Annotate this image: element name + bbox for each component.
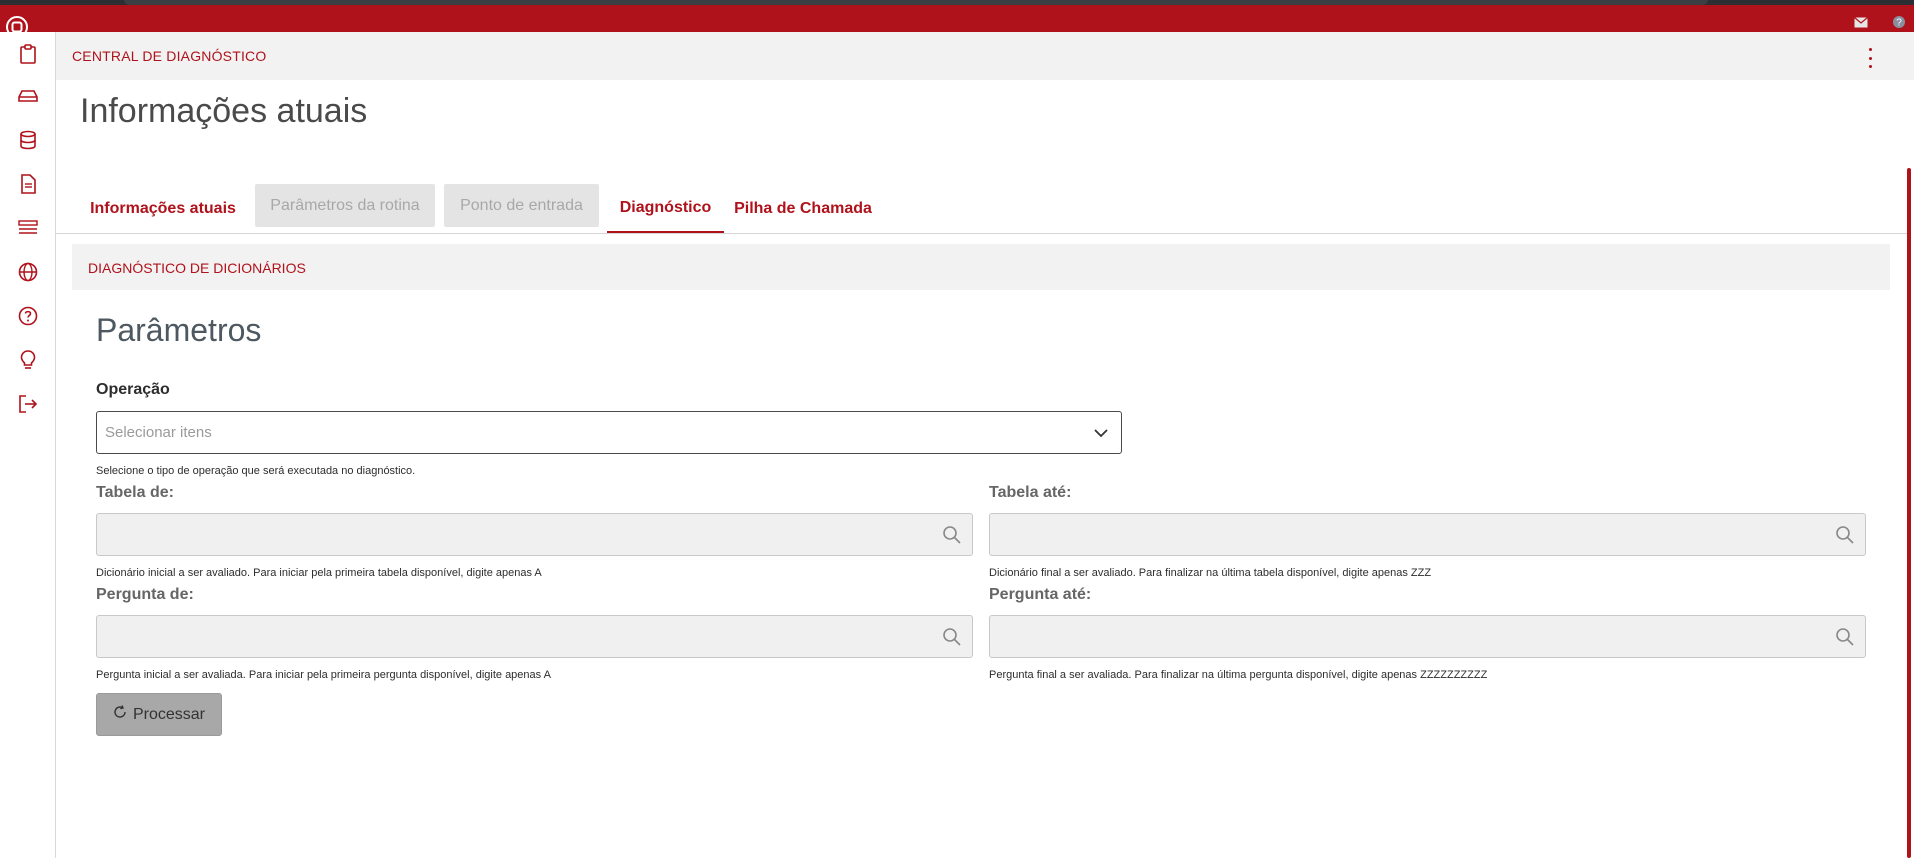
mail-icon[interactable] bbox=[1854, 15, 1870, 29]
chevron-down-icon bbox=[1093, 425, 1109, 446]
database-icon[interactable] bbox=[16, 128, 40, 152]
pergunta-de-field[interactable] bbox=[96, 615, 973, 658]
pergunta-ate-label: Pergunta até: bbox=[989, 586, 1092, 603]
operacao-select[interactable]: Selecionar itens bbox=[96, 411, 1122, 454]
search-icon[interactable] bbox=[942, 627, 962, 652]
pergunta-ate-field[interactable] bbox=[989, 615, 1866, 658]
scrollbar[interactable] bbox=[1907, 168, 1911, 858]
pergunta-de-label: Pergunta de: bbox=[96, 586, 194, 603]
form-title: Parâmetros bbox=[96, 312, 262, 348]
pergunta-ate-helper: Pergunta final a ser avaliada. Para fina… bbox=[989, 669, 1488, 681]
document-icon[interactable] bbox=[16, 172, 40, 196]
app-title: CENTRAL DE DIAGNÓSTICO bbox=[72, 48, 267, 64]
tabela-ate-field[interactable] bbox=[989, 513, 1866, 556]
tabela-de-helper: Dicionário inicial a ser avaliado. Para … bbox=[96, 567, 542, 579]
top-bar bbox=[0, 5, 1914, 32]
pergunta-de-helper: Pergunta inicial a ser avaliada. Para in… bbox=[96, 669, 551, 681]
app-header: CENTRAL DE DIAGNÓSTICO bbox=[56, 32, 1914, 80]
clipboard-icon[interactable] bbox=[16, 42, 40, 66]
tabela-de-field[interactable] bbox=[96, 513, 973, 556]
operacao-placeholder: Selecionar itens bbox=[105, 424, 212, 441]
svg-text:?: ? bbox=[1896, 18, 1902, 29]
more-options-icon[interactable] bbox=[1862, 48, 1878, 68]
tab-pilha-de-chamada[interactable]: Pilha de Chamada bbox=[730, 184, 876, 234]
tab-divider bbox=[56, 233, 1910, 234]
section-title: DIAGNÓSTICO DE DICIONÁRIOS bbox=[88, 260, 306, 276]
section-header: DIAGNÓSTICO DE DICIONÁRIOS bbox=[72, 244, 1890, 290]
tabela-de-label: Tabela de: bbox=[96, 484, 174, 501]
lightbulb-icon[interactable] bbox=[16, 348, 40, 372]
tab-diagnostico[interactable]: Diagnóstico bbox=[607, 184, 724, 234]
globe-icon[interactable] bbox=[16, 260, 40, 284]
tab-informacoes-atuais[interactable]: Informações atuais bbox=[80, 184, 246, 234]
tab-parametros-da-rotina[interactable]: Parâmetros da rotina bbox=[255, 184, 435, 227]
operacao-label: Operação bbox=[96, 381, 170, 398]
logout-icon[interactable] bbox=[16, 392, 40, 416]
sidebar bbox=[0, 32, 56, 858]
operacao-helper: Selecione o tipo de operação que será ex… bbox=[96, 465, 416, 477]
refresh-icon bbox=[113, 705, 127, 724]
help-circle-icon[interactable] bbox=[16, 304, 40, 328]
search-icon[interactable] bbox=[942, 525, 962, 550]
search-icon[interactable] bbox=[1835, 627, 1855, 652]
list-icon[interactable] bbox=[16, 216, 40, 240]
page-title: Informações atuais bbox=[80, 92, 368, 130]
hard-drive-icon[interactable] bbox=[16, 84, 40, 108]
search-icon[interactable] bbox=[1835, 525, 1855, 550]
tab-ponto-de-entrada[interactable]: Ponto de entrada bbox=[444, 184, 599, 227]
process-button[interactable]: Processar bbox=[96, 693, 222, 736]
process-button-label: Processar bbox=[132, 705, 206, 723]
tabela-ate-helper: Dicionário final a ser avaliado. Para fi… bbox=[989, 567, 1432, 579]
tabela-ate-label: Tabela até: bbox=[989, 484, 1072, 501]
help-icon[interactable]: ? bbox=[1892, 15, 1908, 29]
